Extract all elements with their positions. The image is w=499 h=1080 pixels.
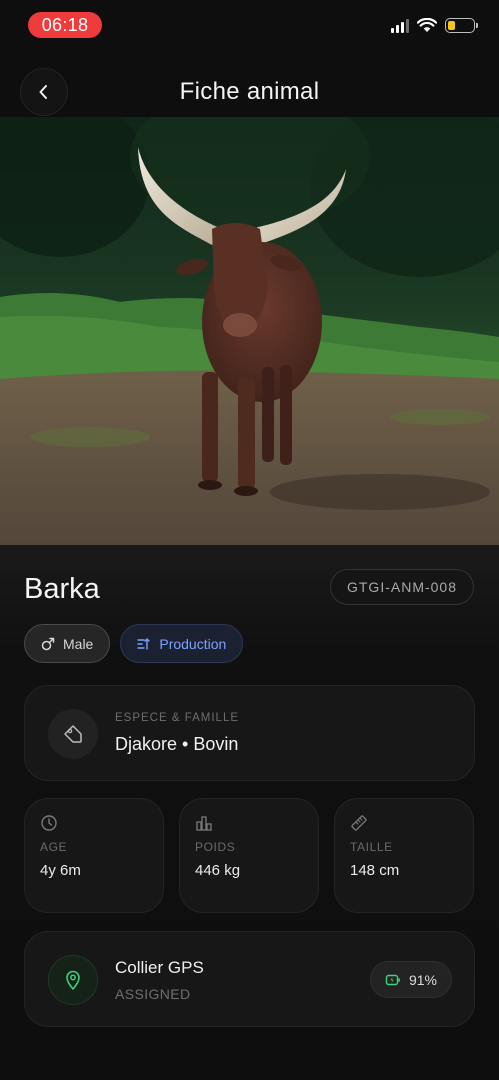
tag-row: Male Production	[24, 624, 244, 663]
status-icons	[391, 18, 478, 33]
animal-detail-screen: 06:18 Fiche animal Barka GTGI-ANM-008 Ma…	[0, 0, 499, 1080]
stat-card-height: TAILLE 148 cm	[334, 798, 474, 913]
header: Fiche animal	[0, 62, 499, 122]
species-card[interactable]: ESPECE & FAMILLE Djakore • Bovin	[24, 685, 475, 781]
stat-value: 446 kg	[195, 862, 241, 879]
gps-title: Collier GPS	[115, 958, 204, 977]
animal-details: Barka GTGI-ANM-008 Male Production ESPEC…	[0, 545, 499, 1080]
page-title: Fiche animal	[179, 78, 320, 105]
gps-battery-value: 91%	[408, 971, 437, 988]
species-label: ESPECE & FAMILLE	[115, 712, 240, 724]
sex-tag-label: Male	[63, 635, 94, 652]
purpose-tag-label: Production	[159, 635, 227, 652]
status-time: 06:18	[28, 12, 102, 38]
stat-card-age: AGE 4y 6m	[24, 798, 164, 913]
location-pin-icon	[66, 970, 80, 990]
bar-chart-icon	[196, 816, 212, 831]
purpose-tag[interactable]: Production	[120, 624, 244, 663]
battery-charging-icon	[385, 974, 400, 985]
species-icon-circle	[48, 709, 98, 759]
stat-value: 4y 6m	[40, 862, 81, 879]
animal-id-chip: GTGI-ANM-008	[329, 569, 474, 605]
stat-label: AGE	[40, 840, 68, 854]
gps-icon-circle	[48, 955, 98, 1005]
sex-tag[interactable]: Male	[24, 624, 111, 663]
gps-status: ASSIGNED	[115, 986, 191, 1002]
stat-value: 148 cm	[350, 862, 400, 879]
animal-name: Barka	[24, 573, 100, 605]
battery-icon	[445, 18, 478, 33]
sliders-icon	[137, 637, 151, 650]
ruler-icon	[351, 815, 367, 831]
signal-icon	[391, 18, 409, 33]
stat-label: TAILLE	[350, 840, 393, 854]
wifi-icon	[417, 18, 437, 32]
tag-icon	[64, 725, 82, 743]
male-symbol-icon	[41, 637, 55, 650]
stat-card-weight: POIDS 446 kg	[179, 798, 319, 913]
status-bar: 06:18	[0, 0, 499, 52]
species-value: Djakore • Bovin	[115, 734, 239, 754]
clock-icon	[41, 815, 57, 831]
stat-label: POIDS	[195, 840, 236, 854]
animal-photo	[0, 117, 499, 545]
gps-collar-card[interactable]: Collier GPS ASSIGNED 91%	[24, 931, 475, 1027]
gps-battery-chip: 91%	[369, 961, 452, 998]
